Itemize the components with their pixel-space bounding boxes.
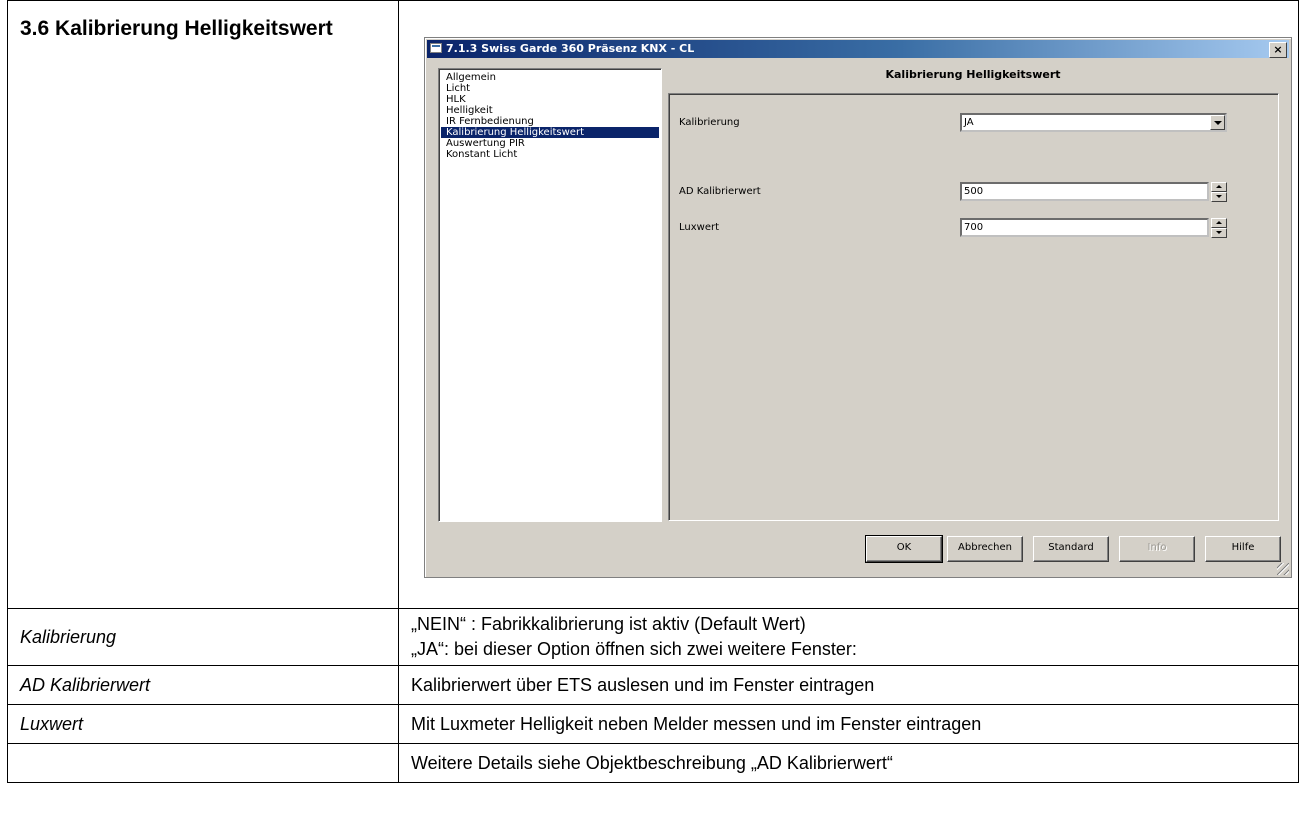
tree-item-ir-fernbedienung[interactable]: IR Fernbedienung — [441, 116, 659, 127]
tree-item-konstant-licht[interactable]: Konstant Licht — [441, 149, 659, 160]
row-description: Weitere Details siehe Objektbeschreibung… — [398, 743, 1299, 783]
kalibrierung-select[interactable]: JA — [960, 113, 1227, 132]
row-description: Mit Luxmeter Helligkeit neben Melder mes… — [398, 704, 1299, 744]
resize-grip-icon[interactable] — [1277, 563, 1289, 575]
ad-kalibrierwert-label: AD Kalibrierwert — [679, 186, 761, 197]
row-term: AD Kalibrierwert — [7, 665, 399, 705]
row-term: Kalibrierung — [7, 608, 399, 666]
standard-button[interactable]: Standard — [1033, 536, 1109, 562]
close-button[interactable]: × — [1269, 42, 1287, 58]
spin-down-icon[interactable] — [1211, 192, 1227, 202]
tree-item-hlk[interactable]: HLK — [441, 94, 659, 105]
ad-kalibrierwert-stepper[interactable] — [1211, 182, 1227, 202]
spin-up-icon[interactable] — [1211, 182, 1227, 192]
description-line: Kalibrierwert über ETS auslesen und im F… — [411, 674, 875, 695]
ad-kalibrierwert-input[interactable]: 500 — [960, 182, 1209, 201]
luxwert-stepper[interactable] — [1211, 218, 1227, 238]
row-description: Kalibrierwert über ETS auslesen und im F… — [398, 665, 1299, 705]
description-line: „JA“: bei dieser Option öffnen sich zwei… — [411, 639, 857, 659]
dialog-title: 7.1.3 Swiss Garde 360 Präsenz KNX - CL — [446, 42, 695, 55]
tree-item-licht[interactable]: Licht — [441, 83, 659, 94]
window-icon — [430, 43, 442, 53]
description-line: Weitere Details siehe Objektbeschreibung… — [411, 752, 893, 773]
parameter-tree-list: Allgemein Licht HLK Helligkeit IR Fernbe… — [439, 69, 661, 163]
panel-title: Kalibrierung Helligkeitswert — [885, 68, 1061, 81]
ets-parameter-dialog: 7.1.3 Swiss Garde 360 Präsenz KNX - CL ×… — [424, 37, 1292, 578]
parameter-panel: Kalibrierung JA AD Kalibrierwert 500 Lux… — [668, 93, 1279, 521]
luxwert-input[interactable]: 700 — [960, 218, 1209, 237]
spin-up-icon[interactable] — [1211, 218, 1227, 228]
row-term — [7, 743, 399, 783]
kalibrierung-label: Kalibrierung — [679, 117, 740, 128]
kalibrierung-value: JA — [964, 117, 974, 128]
info-button: Info — [1119, 536, 1195, 562]
description-line: Mit Luxmeter Helligkeit neben Melder mes… — [411, 713, 982, 734]
ok-button[interactable]: OK — [865, 535, 943, 563]
row-description: „NEIN“ : Fabrikkalibrierung ist aktiv (D… — [398, 608, 1299, 666]
row-term: Luxwert — [7, 704, 399, 744]
section-title: 3.6 Kalibrierung Helligkeitswert — [20, 17, 333, 40]
description-line: „NEIN“ : Fabrikkalibrierung ist aktiv (D… — [411, 614, 806, 634]
table-row: Kalibrierung „NEIN“ : Fabrikkalibrierung… — [7, 608, 1299, 666]
chevron-down-icon[interactable] — [1210, 115, 1225, 130]
tree-item-auswertung-pir[interactable]: Auswertung PIR — [441, 138, 659, 149]
tree-item-allgemein[interactable]: Allgemein — [441, 72, 659, 83]
parameter-tree[interactable]: Allgemein Licht HLK Helligkeit IR Fernbe… — [438, 68, 662, 522]
luxwert-label: Luxwert — [679, 222, 720, 233]
table-row: Luxwert Mit Luxmeter Helligkeit neben Me… — [7, 704, 1299, 744]
table-row: AD Kalibrierwert Kalibrierwert über ETS … — [7, 665, 1299, 705]
section-title-cell: 3.6 Kalibrierung Helligkeitswert — [7, 0, 399, 609]
tree-item-helligkeit[interactable]: Helligkeit — [441, 105, 659, 116]
tree-item-kalibrierung-helligkeitswert[interactable]: Kalibrierung Helligkeitswert — [441, 127, 659, 138]
dialog-titlebar[interactable]: 7.1.3 Swiss Garde 360 Präsenz KNX - CL × — [427, 40, 1289, 58]
cancel-button[interactable]: Abbrechen — [947, 536, 1023, 562]
help-button[interactable]: Hilfe — [1205, 536, 1281, 562]
table-row: Weitere Details siehe Objektbeschreibung… — [7, 743, 1299, 783]
spin-down-icon[interactable] — [1211, 228, 1227, 238]
